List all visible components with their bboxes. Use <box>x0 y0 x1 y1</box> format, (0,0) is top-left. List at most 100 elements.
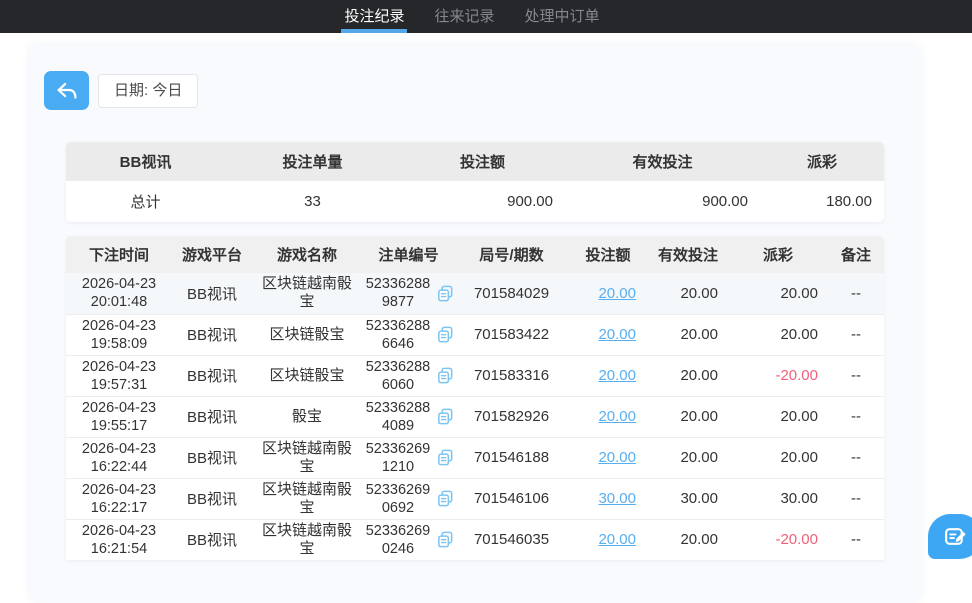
bet-time-cell: 2026-04-23 19:58:09 <box>66 314 172 355</box>
game-name: 区块链越南骰宝 <box>261 439 352 475</box>
summary-col-valid-bet: 有效投注 <box>632 154 693 171</box>
col-payout: 派彩 <box>762 247 793 264</box>
game-name: 区块链骰宝 <box>269 366 345 384</box>
game-name: 区块链越南骰宝 <box>261 480 352 516</box>
summary-col-payout: 派彩 <box>806 154 837 171</box>
bet-amount-link[interactable]: 30.00 <box>598 490 636 507</box>
col-order-no: 注单编号 <box>378 247 439 264</box>
bet-amount-cell: 20.00 <box>568 314 648 355</box>
bet-amount-link[interactable]: 20.00 <box>598 449 636 466</box>
game-name-cell: 区块链骰宝 <box>252 355 362 396</box>
tab-pending-orders[interactable]: 处理中订单 <box>510 0 615 33</box>
copy-icon[interactable] <box>436 407 455 426</box>
game-name-cell: 区块链越南骰宝 <box>252 273 362 314</box>
records-header-row: 下注时间 游戏平台 游戏名称 注单编号 局号/期数 投注额 有效投注 派彩 备注 <box>66 236 884 273</box>
bet-amount-link[interactable]: 20.00 <box>598 408 636 425</box>
toolbar: 日期: 今日 <box>44 71 199 110</box>
tab-bet-records[interactable]: 投注纪录 <box>329 0 419 33</box>
platform-cell: BB视讯 <box>186 368 237 385</box>
col-remark: 备注 <box>840 247 871 264</box>
col-game-name: 游戏名称 <box>276 247 337 264</box>
copy-icon[interactable] <box>436 366 455 385</box>
remark-cell: -- <box>851 408 861 425</box>
compose-fab-button[interactable] <box>928 514 972 559</box>
record-row: 2026-04-23 19:58:09 BB视讯 区块链骰宝 523362886… <box>66 314 884 355</box>
payout-cell: 20.00 <box>780 284 818 302</box>
order-no-cell: 523362889877 <box>362 273 455 314</box>
col-bet-amount: 投注额 <box>585 247 631 264</box>
order-number: 523362884089 <box>365 399 431 434</box>
record-row: 2026-04-23 20:01:48 BB视讯 区块链越南骰宝 5233628… <box>66 273 884 314</box>
payout-cell: 20.00 <box>780 326 818 343</box>
top-navbar: 投注纪录 往来记录 处理中订单 <box>0 0 972 33</box>
tab-transaction-records[interactable]: 往来记录 <box>419 0 509 33</box>
game-name: 区块链骰宝 <box>269 325 345 343</box>
valid-bet-cell: 20.00 <box>680 408 718 425</box>
records-table: 下注时间 游戏平台 游戏名称 注单编号 局号/期数 投注额 有效投注 派彩 备注… <box>66 236 884 560</box>
bet-time: 19:55:17 <box>90 417 148 434</box>
remark-cell: -- <box>851 284 861 302</box>
order-no-cell: 523362886060 <box>362 355 455 396</box>
nav-tabs: 投注纪录 往来记录 处理中订单 <box>329 0 614 33</box>
summary-total-valid-bet: 900.00 <box>702 193 748 210</box>
order-number: 523362691210 <box>365 440 431 475</box>
copy-icon[interactable] <box>436 489 455 508</box>
summary-total-label: 总计 <box>130 194 161 211</box>
bet-amount-link[interactable]: 20.00 <box>598 326 636 343</box>
copy-icon[interactable] <box>436 325 455 344</box>
copy-icon[interactable] <box>436 448 455 467</box>
platform-cell: BB视讯 <box>186 285 237 303</box>
platform-cell: BB视讯 <box>186 532 237 550</box>
round-no-cell: 701546035 <box>473 531 550 549</box>
main-panel: 日期: 今日 BB视讯 投注单量 投注额 有效投注 派彩 总计 33 900.0… <box>28 43 922 603</box>
bet-amount-link[interactable]: 20.00 <box>598 285 636 302</box>
valid-bet-cell: 20.00 <box>680 531 718 549</box>
bet-date: 2026-04-23 <box>81 440 157 457</box>
summary-table: BB视讯 投注单量 投注额 有效投注 派彩 总计 33 900.00 900.0… <box>66 142 884 222</box>
platform-cell: BB视讯 <box>186 409 237 426</box>
round-no-cell: 701583316 <box>473 367 550 384</box>
order-no-cell: 523362690692 <box>362 478 455 519</box>
bet-amount-cell: 20.00 <box>568 519 648 560</box>
bet-time: 19:57:31 <box>90 376 148 393</box>
game-name-cell: 骰宝 <box>252 396 362 437</box>
bet-date: 2026-04-23 <box>81 481 157 498</box>
bet-time: 16:21:54 <box>90 540 148 557</box>
col-valid-bet: 有效投注 <box>657 247 718 264</box>
remark-cell: -- <box>851 326 861 343</box>
copy-icon[interactable] <box>436 530 455 549</box>
record-row: 2026-04-23 16:21:54 BB视讯 区块链越南骰宝 5233626… <box>66 519 884 560</box>
bet-amount-cell: 30.00 <box>568 478 648 519</box>
order-number: 523362886646 <box>365 317 431 352</box>
payout-cell: 30.00 <box>780 490 818 507</box>
remark-cell: -- <box>851 531 861 549</box>
copy-icon[interactable] <box>436 284 455 303</box>
valid-bet-cell: 30.00 <box>680 490 718 507</box>
bet-amount-cell: 20.00 <box>568 437 648 478</box>
order-number: 523362889877 <box>365 276 431 311</box>
bet-amount-cell: 20.00 <box>568 273 648 314</box>
back-button[interactable] <box>44 71 89 110</box>
col-platform: 游戏平台 <box>181 247 242 264</box>
platform-cell: BB视讯 <box>186 491 237 508</box>
bet-date: 2026-04-23 <box>81 276 157 293</box>
game-name-cell: 区块链越南骰宝 <box>252 478 362 519</box>
undo-arrow-icon <box>54 79 80 102</box>
bet-amount-link[interactable]: 20.00 <box>598 531 636 548</box>
bet-time: 16:22:17 <box>90 499 148 516</box>
payout-cell: -20.00 <box>775 367 818 384</box>
summary-total-row: 总计 33 900.00 900.00 180.00 <box>66 181 884 222</box>
record-row: 2026-04-23 19:55:17 BB视讯 骰宝 523362884089 <box>66 396 884 437</box>
col-round-no: 局号/期数 <box>479 247 544 264</box>
bet-time-cell: 2026-04-23 20:01:48 <box>66 273 172 314</box>
remark-cell: -- <box>851 449 861 466</box>
col-bet-time: 下注时间 <box>88 247 149 264</box>
order-no-cell: 523362690246 <box>362 519 455 560</box>
platform-cell: BB视讯 <box>186 450 237 467</box>
bet-amount-cell: 20.00 <box>568 396 648 437</box>
date-filter-chip[interactable]: 日期: 今日 <box>98 73 199 108</box>
order-number: 523362886060 <box>365 358 431 393</box>
payout-cell: 20.00 <box>780 449 818 466</box>
bet-amount-link[interactable]: 20.00 <box>598 367 636 384</box>
record-row: 2026-04-23 16:22:17 BB视讯 区块链越南骰宝 5233626… <box>66 478 884 519</box>
